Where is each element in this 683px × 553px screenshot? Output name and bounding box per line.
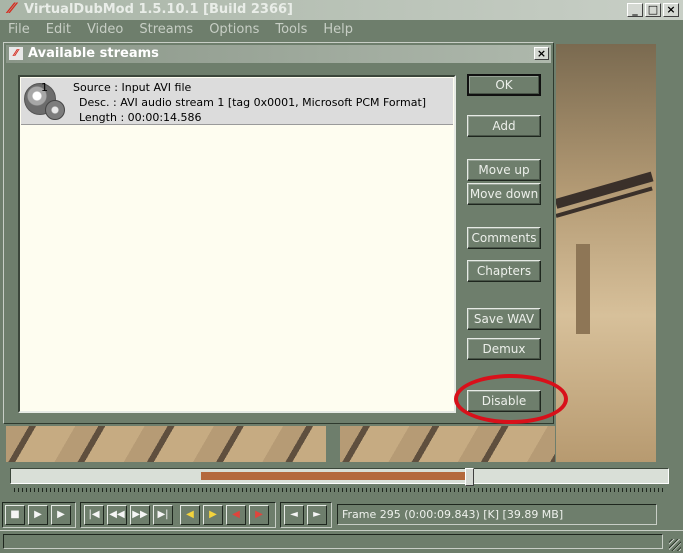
stream-number: 1 (41, 81, 48, 94)
maximize-button[interactable]: □ (645, 3, 661, 17)
menu-options[interactable]: Options (201, 20, 267, 40)
menu-file[interactable]: File (0, 20, 38, 40)
next-scene-button[interactable]: ▶ (203, 505, 223, 525)
demux-button[interactable]: Demux (467, 338, 541, 360)
mark-in-button[interactable]: ◀ (226, 505, 246, 525)
status-text-field (3, 534, 663, 549)
stream-list-item[interactable]: 1 Source : Input AVI file Desc. : AVI au… (21, 78, 453, 125)
main-window-title: VirtualDubMod 1.5.10.1 [Build 2366] (24, 2, 293, 17)
stream-description: Desc. : AVI audio stream 1 [tag 0x0001, … (79, 96, 427, 109)
slider-ticks (14, 488, 666, 492)
output-video-preview (556, 44, 656, 462)
menu-tools[interactable]: Tools (267, 20, 315, 40)
window-controls: _ □ × (627, 3, 679, 17)
frame-position-readout: Frame 295 (0:00:09.843) [K] [39.89 MB] (337, 504, 657, 525)
status-bar (0, 530, 683, 553)
save-wav-button[interactable]: Save WAV (467, 308, 541, 330)
add-button[interactable]: Add (467, 115, 541, 137)
move-up-button[interactable]: Move up (467, 159, 541, 181)
dialog-titlebar: ⁄⁄ Available streams × (6, 45, 551, 63)
nav-left-button[interactable]: ◄ (284, 505, 304, 525)
input-video-preview (6, 426, 326, 462)
virtualdub-app-icon: ⁄⁄ (9, 1, 15, 17)
stop-button[interactable]: ■ (5, 505, 25, 525)
audio-reel-icon (45, 100, 65, 120)
slider-thumb[interactable] (465, 468, 474, 486)
stream-list[interactable]: 1 Source : Input AVI file Desc. : AVI au… (18, 75, 456, 413)
menu-bar: File Edit Video Streams Options Tools He… (0, 20, 683, 40)
dialog-close-button[interactable]: × (534, 47, 549, 60)
stream-length: Length : 00:00:14.586 (79, 111, 202, 124)
nav-right-button[interactable]: ► (307, 505, 327, 525)
play-output-button[interactable]: ▶ (51, 505, 71, 525)
preview-tower-shape (576, 244, 590, 334)
available-streams-dialog: ⁄⁄ Available streams × 1 Source : Input … (3, 42, 554, 424)
position-slider[interactable] (10, 468, 669, 486)
previous-scene-button[interactable]: ◀ (180, 505, 200, 525)
chapters-button[interactable]: Chapters (467, 260, 541, 282)
ok-button[interactable]: OK (467, 74, 541, 96)
go-to-end-button[interactable]: ▶| (153, 505, 173, 525)
red-highlight-annotation (454, 374, 568, 424)
previous-keyframe-button[interactable]: ◀◀ (107, 505, 127, 525)
output-video-preview-lower (340, 426, 555, 462)
dialog-title: Available streams (28, 46, 159, 61)
stream-source: Source : Input AVI file (73, 81, 192, 94)
go-to-start-button[interactable]: |◀ (84, 505, 104, 525)
menu-edit[interactable]: Edit (38, 20, 79, 40)
resize-grip-icon[interactable] (669, 539, 681, 551)
selection-range (201, 472, 471, 480)
minimize-button[interactable]: _ (627, 3, 643, 17)
comments-button[interactable]: Comments (467, 227, 541, 249)
dialog-app-icon: ⁄⁄ (9, 47, 23, 60)
close-window-button[interactable]: × (663, 3, 679, 17)
main-window-titlebar: ⁄⁄ VirtualDubMod 1.5.10.1 [Build 2366] _… (0, 0, 683, 20)
menu-streams[interactable]: Streams (131, 20, 201, 40)
play-input-button[interactable]: ▶ (28, 505, 48, 525)
next-keyframe-button[interactable]: ▶▶ (130, 505, 150, 525)
move-down-button[interactable]: Move down (467, 183, 541, 205)
menu-help[interactable]: Help (315, 20, 361, 40)
menu-video[interactable]: Video (79, 20, 131, 40)
mark-out-button[interactable]: ▶ (249, 505, 269, 525)
